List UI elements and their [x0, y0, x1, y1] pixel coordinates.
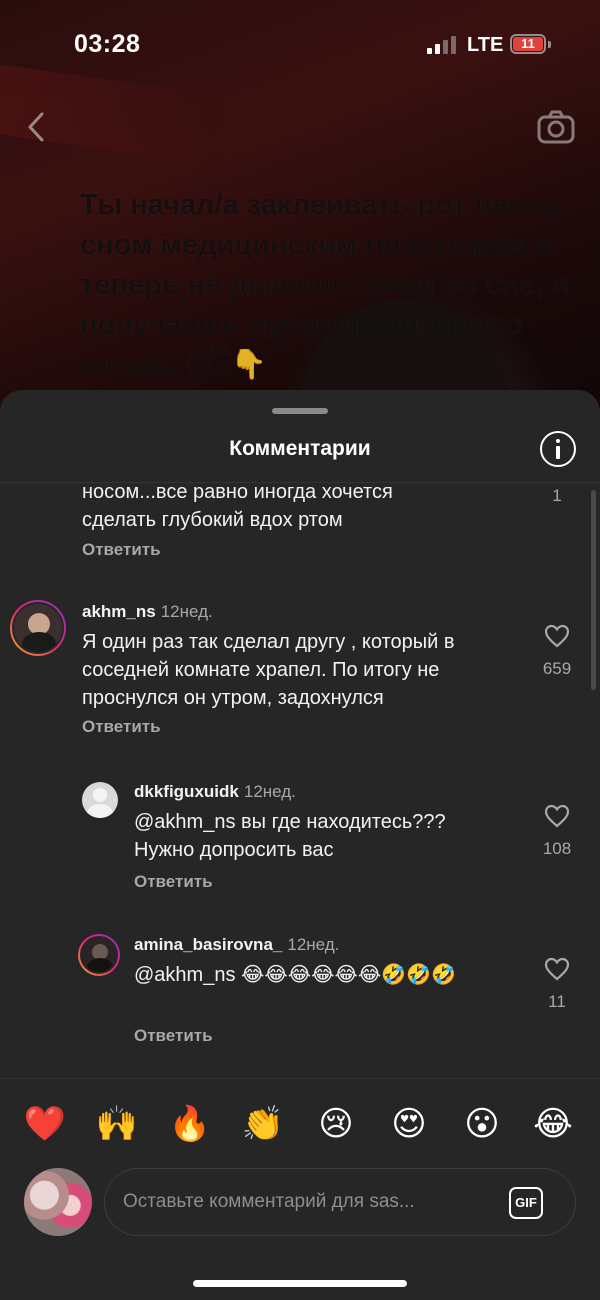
comment-time: 12нед.	[160, 602, 213, 621]
reaction-cry[interactable]: 😢	[311, 1102, 361, 1146]
comment-text: Я один раз так сделал другу , который в …	[82, 631, 455, 709]
battery-tip	[548, 41, 551, 48]
comment-text: @akhm_ns 😂😂😂😂😂😂🤣🤣🤣	[134, 964, 456, 986]
sheet-grabber[interactable]	[272, 408, 328, 414]
reply-button[interactable]: Ответить	[82, 717, 161, 737]
cellular-signal-icon	[427, 36, 457, 54]
camera-icon	[537, 110, 575, 144]
reply-button[interactable]: Ответить	[134, 1026, 213, 1046]
like-count-area[interactable]: 1	[527, 486, 587, 506]
comment-composer[interactable]: GIF	[104, 1168, 576, 1236]
like-count: 659	[542, 659, 572, 678]
comment-text: @akhm_ns вы где находитесь??? Нужно допр…	[134, 811, 446, 861]
like-count: 1	[552, 486, 562, 505]
chevron-left-icon	[28, 112, 44, 142]
comment-input[interactable]	[123, 1187, 493, 1217]
avatar[interactable]	[82, 782, 118, 818]
comment-time: 12нед.	[287, 935, 340, 954]
story-caption: Ты начал/а заклеивать рот перед сном мед…	[80, 189, 570, 381]
camera-button[interactable]	[536, 108, 576, 146]
like-count: 11	[548, 992, 566, 1011]
reaction-heart-eyes[interactable]: 😍	[384, 1102, 434, 1146]
comment-username[interactable]: akhm_ns	[82, 602, 156, 621]
comment-username[interactable]: dkkfiguxuidk	[134, 782, 239, 801]
gif-button[interactable]: GIF	[509, 1187, 543, 1219]
reply-button[interactable]: Ответить	[82, 540, 161, 560]
comments-sheet: Комментарии носом...все равно иногда хоч…	[0, 390, 600, 1300]
reaction-raised-hands[interactable]: 🙌	[92, 1102, 142, 1146]
like-count: 108	[542, 839, 572, 858]
like-button[interactable]: 659	[527, 624, 587, 679]
comment-item: носом...все равно иногда хочется сделать…	[0, 476, 600, 566]
reaction-surprised[interactable]: 😮	[457, 1102, 507, 1146]
battery-level: 11	[513, 37, 543, 51]
composer-divider	[0, 1078, 600, 1079]
reaction-clap[interactable]: 👏	[238, 1102, 288, 1146]
comment-time: 12нед.	[243, 782, 296, 801]
status-time: 03:28	[74, 30, 141, 58]
reply-button[interactable]: Ответить	[134, 872, 213, 892]
network-type: LTE	[467, 34, 504, 56]
comment-item: akhm_ns 12нед. Я один раз так сделал друг…	[0, 598, 600, 738]
avatar[interactable]	[10, 600, 66, 656]
back-button[interactable]	[22, 110, 52, 144]
battery-icon: 11	[510, 34, 546, 54]
sheet-title: Комментарии	[229, 437, 371, 460]
reaction-heart[interactable]: ❤️	[20, 1102, 70, 1146]
reply-comment-item: dkkfiguxuidk 12нед. @akhm_ns вы где наход…	[0, 778, 600, 891]
reaction-fire[interactable]: 🔥	[165, 1102, 215, 1146]
like-button[interactable]: 108	[527, 804, 587, 859]
reply-comment-item: amina_basirovna_ 12нед. @akhm_ns 😂😂😂😂😂😂🤣🤣…	[0, 933, 600, 1046]
current-user-avatar	[24, 1168, 92, 1236]
heart-icon	[544, 624, 570, 648]
like-button[interactable]: 11	[527, 957, 587, 1012]
comment-text: носом...все равно иногда хочется сделать…	[82, 481, 393, 531]
heart-icon	[544, 957, 570, 981]
home-indicator[interactable]	[193, 1280, 407, 1287]
comment-username[interactable]: amina_basirovna_	[134, 935, 282, 954]
info-icon[interactable]	[540, 431, 576, 467]
reaction-laugh[interactable]: 😂	[528, 1102, 578, 1146]
avatar[interactable]	[78, 934, 120, 976]
heart-icon	[544, 804, 570, 828]
status-bar: 03:28 LTE 11	[0, 0, 600, 90]
quick-reactions-bar: ❤️ 🙌 🔥 👏 😢 😍 😮 😂	[0, 1102, 600, 1152]
